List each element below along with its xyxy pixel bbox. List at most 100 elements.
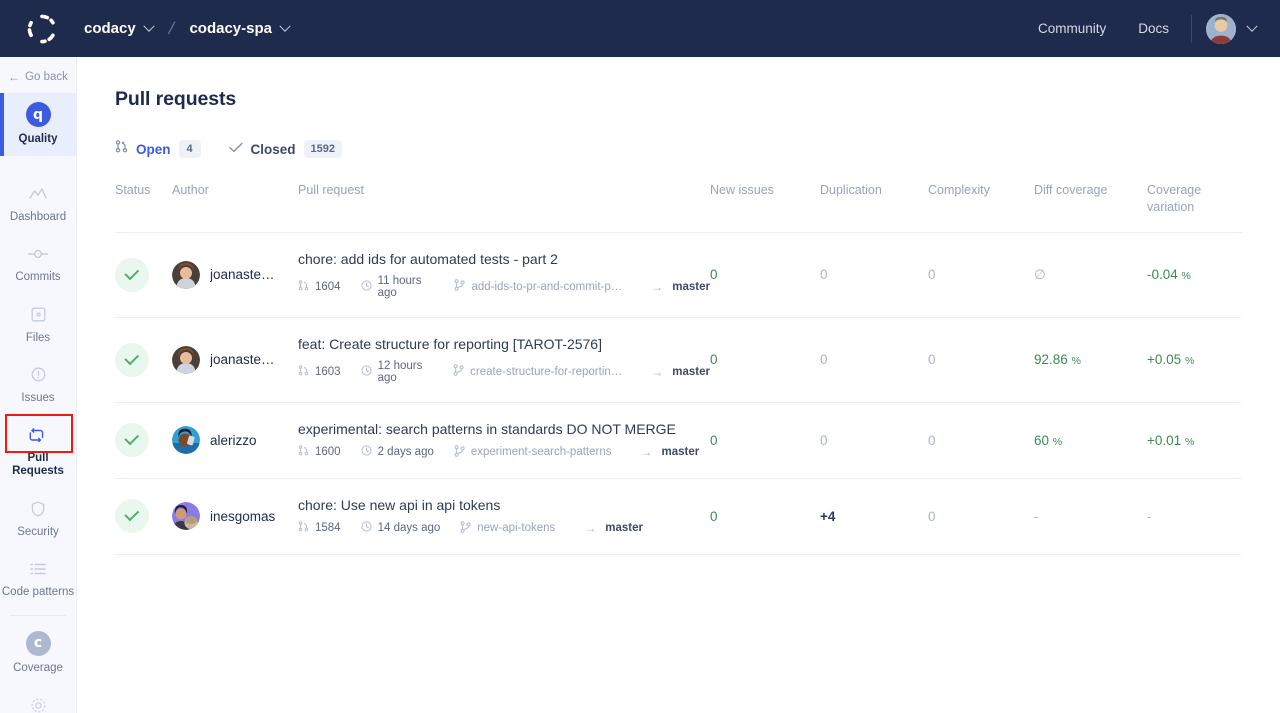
pr-meta: 1600 2 days ago [298, 445, 710, 460]
pr-branch-name: experiment-search-patterns [471, 446, 612, 458]
top-nav-right: Community Docs [1022, 14, 1280, 44]
codacy-logo-icon[interactable] [26, 13, 58, 45]
sidebar-item-coverage[interactable]: c Coverage [0, 622, 76, 685]
sidebar-item-commits[interactable]: Commits [0, 234, 76, 294]
sidebar-item-label: Coverage [13, 662, 63, 675]
cell-duplication: 0 [820, 317, 928, 402]
arrow-right-icon: → [651, 280, 663, 294]
cell-author: joanaste… [172, 232, 298, 317]
tab-closed[interactable]: Closed 1592 [229, 140, 343, 158]
logo-container[interactable] [0, 13, 84, 45]
list-icon [27, 558, 49, 580]
docs-link[interactable]: Docs [1122, 21, 1185, 36]
cell-author: alerizzo [172, 402, 298, 478]
check-circle-icon [115, 258, 149, 292]
pr-title-link[interactable]: feat: Create structure for reporting [TA… [298, 336, 710, 352]
coverage-variation-unit: % [1185, 355, 1194, 367]
chevron-down-icon[interactable] [1246, 20, 1257, 31]
chevron-down-icon[interactable] [279, 20, 290, 31]
no-data-icon: ∅ [1034, 267, 1046, 283]
chevron-down-icon[interactable] [143, 20, 154, 31]
cell-diff-coverage: - [1034, 478, 1147, 554]
dashboard-icon [27, 183, 49, 205]
table-row[interactable]: inesgomas chore: Use new api in api toke… [115, 478, 1242, 554]
sidebar-item-label: Files [26, 332, 50, 345]
sidebar-item-issues[interactable]: Issues [0, 355, 76, 415]
pull-requests-table: Status Author Pull request New issues Du… [115, 175, 1242, 555]
pr-number: 1584 [298, 521, 341, 535]
pr-branch: add-ids-to-pr-and-commit-p… [454, 279, 622, 294]
sidebar-item-label: Quality [19, 133, 58, 146]
community-link[interactable]: Community [1022, 21, 1122, 36]
sidebar-item-files[interactable]: Files [0, 295, 76, 355]
column-header-author: Author [172, 175, 298, 232]
avatar[interactable] [172, 426, 200, 454]
tab-open-count: 4 [179, 140, 201, 158]
table-row[interactable]: joanaste… feat: Create structure for rep… [115, 317, 1242, 402]
breadcrumb-organization-label: codacy [84, 20, 136, 37]
pr-meta: 1603 12 hours ago [298, 360, 710, 384]
sidebar-item-label: Issues [21, 392, 54, 405]
branch-icon [453, 364, 464, 379]
issues-icon [27, 364, 49, 386]
column-header-diff-coverage: Diff coverage [1034, 175, 1147, 232]
cell-status [115, 402, 172, 478]
coverage-variation-value: +0.01 [1147, 433, 1181, 448]
pr-number: 1604 [298, 280, 341, 294]
avatar[interactable] [172, 502, 200, 530]
sidebar-item-label: Pull Requests [0, 452, 76, 478]
pr-title-link[interactable]: chore: Use new api in api tokens [298, 497, 710, 513]
breadcrumb-organization[interactable]: codacy [84, 20, 153, 37]
breadcrumb-separator: / [166, 19, 176, 39]
table-row[interactable]: alerizzo experimental: search patterns i… [115, 402, 1242, 478]
author-name: joanaste… [210, 267, 275, 282]
cell-coverage-variation: - [1147, 478, 1242, 554]
breadcrumb-project-label: codacy-spa [189, 20, 272, 37]
table-body: joanaste… chore: add ids for automated t… [115, 232, 1242, 554]
check-circle-icon [115, 423, 149, 457]
sidebar-item-security[interactable]: Security [0, 489, 76, 549]
tab-open[interactable]: Open 4 [115, 140, 201, 158]
pr-time: 14 days ago [361, 521, 441, 535]
sidebar-item-dashboard[interactable]: Dashboard [0, 174, 76, 234]
pull-request-icon [298, 365, 309, 379]
sidebar-item-quality[interactable]: q Quality [0, 93, 76, 156]
sidebar: ← Go back q Quality Dashboard Commits [0, 57, 77, 713]
diff-coverage-unit: % [1053, 436, 1062, 448]
pr-meta: 1604 11 hours ago [298, 275, 710, 299]
pr-target-branch: master [605, 522, 643, 534]
column-header-status: Status [115, 175, 172, 232]
table-header-row: Status Author Pull request New issues Du… [115, 175, 1242, 232]
pr-number-value: 1604 [315, 281, 341, 293]
branch-icon [454, 279, 465, 294]
gear-icon [27, 694, 49, 713]
diff-coverage-unit: % [1072, 355, 1081, 367]
cell-author: inesgomas [172, 478, 298, 554]
pr-time-value: 2 days ago [378, 446, 434, 458]
pull-request-icon [298, 280, 309, 294]
table-row[interactable]: joanaste… chore: add ids for automated t… [115, 232, 1242, 317]
pr-title-link[interactable]: experimental: search patterns in standar… [298, 421, 710, 437]
pr-branch: new-api-tokens [460, 521, 555, 536]
pr-target-branch: master [661, 446, 699, 458]
avatar[interactable] [172, 346, 200, 374]
pull-request-icon [27, 424, 49, 446]
pr-branch-name: add-ids-to-pr-and-commit-p… [471, 281, 622, 293]
shield-icon [27, 498, 49, 520]
go-back-button[interactable]: ← Go back [0, 61, 76, 93]
pr-title-link[interactable]: chore: add ids for automated tests - par… [298, 251, 710, 267]
table-header: Status Author Pull request New issues Du… [115, 175, 1242, 232]
sidebar-item-pull-requests[interactable]: Pull Requests [0, 415, 76, 488]
column-header-pull-request: Pull request [298, 175, 710, 232]
coverage-variation-line2: variation [1147, 200, 1194, 214]
avatar[interactable] [1206, 14, 1236, 44]
pr-time: 2 days ago [361, 445, 434, 459]
sidebar-item-code-patterns[interactable]: Code patterns [0, 549, 76, 609]
cell-complexity: 0 [928, 232, 1034, 317]
sidebar-item-settings[interactable]: Settings [0, 685, 76, 713]
cell-coverage-variation: +0.05 % [1147, 317, 1242, 402]
avatar[interactable] [172, 261, 200, 289]
breadcrumb-project[interactable]: codacy-spa [189, 20, 289, 37]
check-circle-icon [115, 499, 149, 533]
branch-icon [460, 521, 471, 536]
